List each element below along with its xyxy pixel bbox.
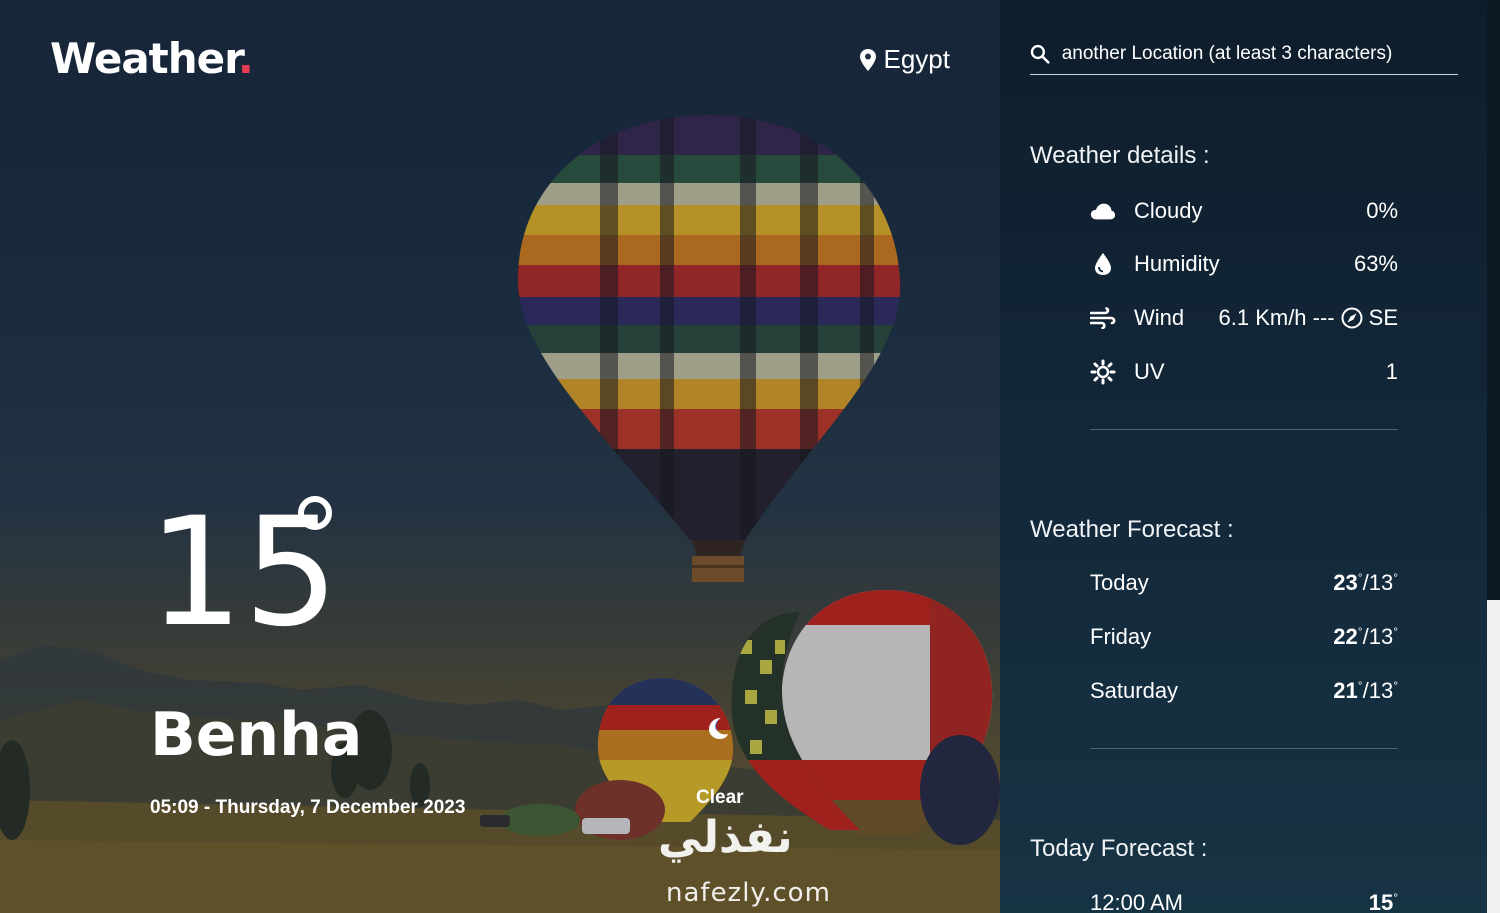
watermark-latin: nafezly.com: [666, 878, 831, 908]
forecast-min: 13: [1368, 624, 1394, 649]
today-forecast-title: Today Forecast :: [1030, 835, 1208, 862]
section-divider: [1090, 748, 1398, 749]
details-panel: Weather details : Cloudy 0% Humidity 63%…: [1000, 0, 1487, 913]
app-logo[interactable]: Weather.: [50, 34, 254, 83]
wind-direction: SE: [1368, 305, 1398, 330]
wind-speed: 6.1 Km/h ---: [1218, 305, 1335, 330]
degree-symbol: [298, 496, 332, 530]
forecast-day: Saturday: [1090, 678, 1179, 703]
wind-value: 6.1 Km/h --- SE: [1219, 305, 1399, 331]
detail-label: Cloudy: [1134, 198, 1203, 223]
detail-row-uv: UV 1: [1090, 357, 1398, 387]
wind-icon: [1090, 307, 1116, 329]
forecast-row: Friday 22°/13°: [1090, 624, 1398, 649]
map-pin-icon: [859, 48, 876, 71]
watermark-arabic: نفذلي: [658, 812, 793, 863]
forecast-max: 23: [1333, 570, 1358, 595]
search-input[interactable]: [1059, 42, 1458, 66]
forecast-min: 13: [1368, 570, 1394, 595]
forecast-max: 21: [1333, 678, 1358, 703]
forecast-max: 22: [1333, 624, 1358, 649]
search-icon: [1030, 44, 1050, 64]
detail-value: 63%: [1353, 251, 1398, 276]
scrollbar-thumb[interactable]: [1487, 600, 1500, 913]
condition-text: Clear: [696, 787, 744, 808]
weather-app: Weather. Egypt 15 Benha 05:09 - Thursday…: [0, 0, 1500, 913]
detail-label: Humidity: [1134, 251, 1220, 276]
detail-row-wind: Wind 6.1 Km/h --- SE: [1090, 303, 1398, 333]
hourly-row: 12:00 AM 15°: [1090, 890, 1398, 913]
forecast-day: Today: [1090, 570, 1149, 595]
detail-label: UV: [1134, 359, 1165, 384]
detail-row-cloudy: Cloudy 0%: [1090, 196, 1398, 226]
city-name: Benha: [150, 700, 363, 770]
app-logo-text: Weather: [50, 34, 239, 83]
sun-icon: [1090, 359, 1116, 385]
moon-icon: [709, 718, 728, 739]
details-title: Weather details :: [1030, 142, 1210, 169]
compass-icon: [1341, 307, 1363, 329]
forecast-day: Friday: [1090, 624, 1152, 649]
cloud-icon: [1090, 203, 1116, 220]
detail-value: 0%: [1366, 198, 1398, 223]
app-logo-dot: .: [237, 34, 254, 83]
hourly-time: 12:00 AM: [1090, 890, 1183, 913]
detail-row-humidity: Humidity 63%: [1090, 249, 1398, 279]
forecast-title: Weather Forecast :: [1030, 516, 1234, 543]
detail-value: 1: [1385, 359, 1398, 384]
hero-background: Weather. Egypt 15 Benha 05:09 - Thursday…: [0, 0, 1000, 913]
current-datetime: 05:09 - Thursday, 7 December 2023: [150, 797, 466, 818]
location-display: Egypt: [859, 44, 951, 75]
forecast-min: 13: [1368, 678, 1394, 703]
search-box: [1030, 34, 1458, 75]
hourly-temp: 15: [1368, 890, 1394, 913]
detail-label: Wind: [1134, 305, 1185, 330]
forecast-row: Saturday 21°/13°: [1090, 678, 1398, 703]
balloon-scene-image: [0, 0, 1000, 913]
country-label: Egypt: [883, 44, 951, 74]
section-divider: [1090, 429, 1398, 430]
forecast-row: Today 23°/13°: [1090, 570, 1398, 595]
water-drop-icon: [1095, 253, 1111, 275]
